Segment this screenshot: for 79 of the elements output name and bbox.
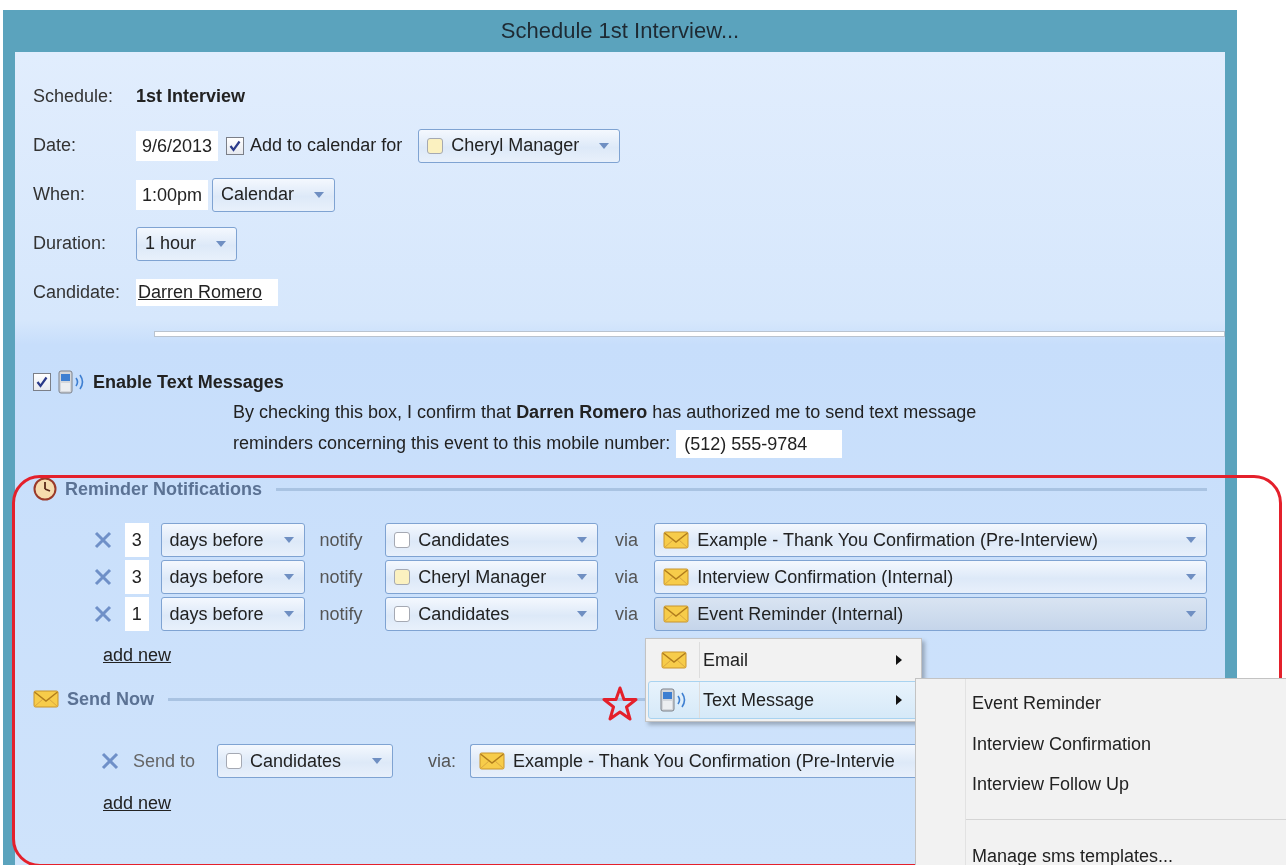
unit-dropdown[interactable]: days before bbox=[160, 560, 305, 594]
remove-icon bbox=[94, 568, 112, 586]
field-label: notify bbox=[319, 529, 364, 551]
template-dropdown[interactable]: Event Reminder (Internal) bbox=[654, 597, 1207, 631]
caret-icon bbox=[283, 611, 294, 617]
caret-icon bbox=[283, 574, 294, 580]
envelope-icon bbox=[33, 690, 59, 708]
recipient-dropdown[interactable]: Candidates bbox=[217, 744, 393, 778]
template-dropdown[interactable]: Example - Thank You Confirmation (Pre-Interview) bbox=[654, 523, 1207, 557]
candidate-link[interactable]: Darren Romero bbox=[136, 279, 279, 306]
caret-icon bbox=[577, 611, 588, 617]
envelope-icon bbox=[663, 605, 690, 623]
envelope-icon bbox=[661, 651, 687, 669]
recipient-dropdown[interactable]: Cheryl Manager bbox=[385, 560, 599, 594]
field-label: Send to bbox=[133, 750, 197, 772]
caret-icon bbox=[577, 574, 588, 580]
consent-text: reminders concerning this event to this mobile number: bbox=[233, 432, 671, 455]
submenu-arrow-icon bbox=[896, 695, 902, 705]
caret-icon bbox=[577, 537, 588, 543]
calendar-owner-dropdown[interactable]: Cheryl Manager bbox=[418, 128, 621, 163]
envelope-icon bbox=[479, 752, 505, 770]
recipient-dropdown[interactable]: Candidates bbox=[385, 523, 599, 557]
add-new-link[interactable]: add new bbox=[103, 643, 172, 667]
window-title: Schedule 1st Interview... bbox=[500, 18, 740, 44]
envelope-icon bbox=[663, 531, 690, 549]
caret-icon bbox=[1186, 574, 1196, 580]
recipient-dropdown[interactable]: Candidates bbox=[385, 597, 599, 631]
caret-icon bbox=[1186, 611, 1196, 617]
remove-icon bbox=[94, 531, 112, 549]
count-field[interactable]: 3 bbox=[125, 523, 149, 557]
checkbox-label: Enable Text Messages bbox=[93, 371, 284, 393]
caret-icon bbox=[216, 240, 227, 247]
star-icon bbox=[602, 686, 638, 722]
unit-dropdown[interactable]: days before bbox=[160, 597, 305, 631]
time-field[interactable]: 1:00pm bbox=[136, 179, 209, 210]
caret-icon bbox=[283, 537, 294, 543]
field-label: via: bbox=[428, 750, 457, 772]
when-mode-dropdown[interactable]: Calendar bbox=[212, 177, 336, 212]
field-label: notify bbox=[319, 603, 364, 625]
menu-item[interactable]: Interview Confirmation bbox=[972, 733, 1152, 755]
field-label: via bbox=[615, 529, 640, 551]
caret-icon bbox=[372, 758, 382, 764]
count-field[interactable]: 1 bbox=[125, 597, 149, 631]
caret-icon bbox=[599, 142, 610, 149]
field-label: When: bbox=[33, 184, 87, 205]
check-icon bbox=[229, 139, 242, 152]
menu-item[interactable]: Interview Follow Up bbox=[972, 774, 1130, 796]
field-label: via bbox=[615, 603, 640, 625]
remove-icon bbox=[94, 605, 112, 623]
section-title: Send Now bbox=[67, 688, 154, 710]
clock-icon bbox=[33, 477, 57, 501]
menu-item[interactable]: Email bbox=[648, 641, 919, 679]
field-label: Duration: bbox=[33, 233, 108, 254]
checkbox-label: Add to calendar for bbox=[250, 135, 403, 156]
section-title: Reminder Notifications bbox=[65, 478, 263, 500]
phone-field[interactable]: (512) 555-9784 bbox=[676, 429, 843, 458]
unit-dropdown[interactable]: days before bbox=[160, 523, 305, 557]
schedule-value: 1st Interview bbox=[136, 86, 246, 107]
field-label: Schedule: bbox=[33, 86, 115, 107]
caret-icon bbox=[1186, 537, 1196, 543]
check-icon bbox=[36, 376, 48, 388]
envelope-icon bbox=[663, 568, 690, 586]
caret-icon bbox=[314, 191, 325, 198]
submenu-arrow-icon bbox=[896, 655, 902, 665]
calendar-checkbox[interactable] bbox=[226, 136, 245, 155]
consent-text: By checking this box, I confirm that Darren Romero has authorized me to send text message bbox=[233, 401, 977, 424]
duration-dropdown[interactable]: 1 hour bbox=[136, 226, 238, 261]
menu-item[interactable]: Event Reminder bbox=[972, 692, 1102, 714]
count-field[interactable]: 3 bbox=[125, 560, 149, 594]
menu-item[interactable]: Manage sms templates... bbox=[972, 846, 1174, 865]
remove-icon bbox=[101, 752, 119, 770]
field-label: via bbox=[615, 566, 640, 588]
enable-text-checkbox[interactable] bbox=[33, 373, 51, 391]
add-new-link[interactable]: add new bbox=[103, 791, 172, 815]
field-label: Candidate: bbox=[33, 282, 122, 303]
field-label: Date: bbox=[33, 135, 78, 156]
template-dropdown[interactable]: Interview Confirmation (Internal) bbox=[654, 560, 1207, 594]
field-label: notify bbox=[319, 566, 364, 588]
date-field[interactable]: 9/6/2013 bbox=[136, 130, 219, 161]
